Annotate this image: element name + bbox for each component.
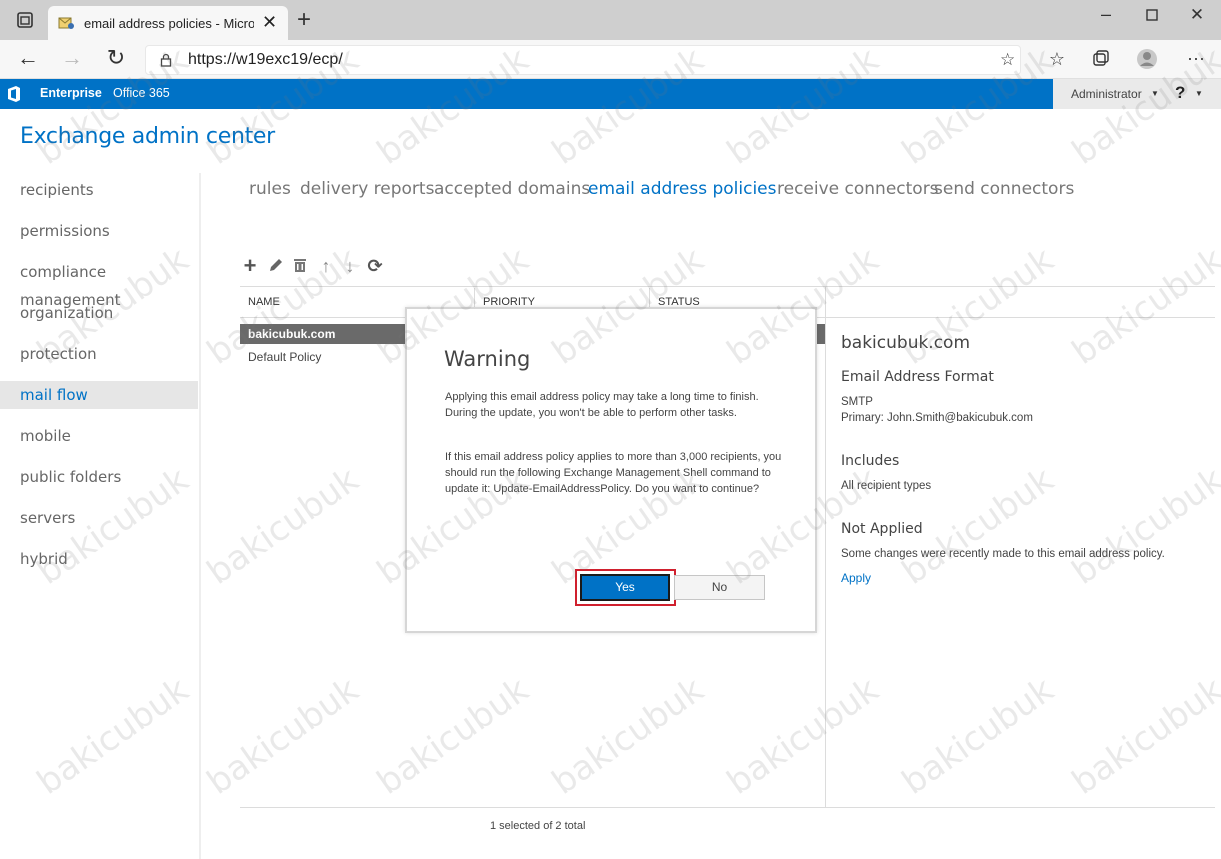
- yes-button[interactable]: Yes: [580, 574, 670, 601]
- no-button[interactable]: No: [674, 575, 765, 600]
- close-window-icon[interactable]: ✕: [1187, 5, 1207, 25]
- email-format-heading: Email Address Format: [841, 369, 994, 385]
- new-tab-icon[interactable]: +: [292, 8, 316, 32]
- tab-delivery-reports[interactable]: delivery reports: [300, 179, 434, 199]
- watermark: bakicubuk: [720, 669, 886, 803]
- smtp-label: SMTP: [841, 396, 873, 408]
- watermark: bakicubuk: [30, 669, 196, 803]
- move-up-icon[interactable]: ↑: [317, 256, 335, 276]
- nav-recipients[interactable]: recipients: [0, 176, 198, 204]
- collections-icon[interactable]: [1090, 49, 1112, 69]
- watermark: bakicubuk: [370, 669, 536, 803]
- dialog-message-1: Applying this email address policy may t…: [445, 391, 759, 419]
- nav-compliance-management[interactable]: compliance management: [0, 258, 198, 309]
- dialog-title: Warning: [444, 347, 531, 371]
- watermark: bakicubuk: [895, 669, 1061, 803]
- lock-icon[interactable]: [160, 53, 172, 67]
- tab-rules[interactable]: rules: [249, 179, 291, 199]
- edit-icon[interactable]: [267, 256, 285, 276]
- url-field[interactable]: https://w19exc19/ecp/ ☆: [145, 45, 1021, 75]
- tab-receive-connectors[interactable]: receive connectors: [777, 179, 939, 199]
- not-applied-text: Some changes were recently made to this …: [841, 548, 1165, 560]
- column-name[interactable]: NAME: [248, 296, 280, 308]
- more-options-icon[interactable]: ···: [1184, 48, 1208, 68]
- refresh-list-icon[interactable]: ⟳: [366, 256, 384, 276]
- profile-avatar[interactable]: [1136, 48, 1158, 70]
- nav-mail-flow[interactable]: mail flow: [0, 381, 198, 409]
- enterprise-link[interactable]: Enterprise: [40, 86, 102, 100]
- office-logo-icon[interactable]: [7, 86, 21, 102]
- nav-protection[interactable]: protection: [0, 340, 198, 368]
- page-title: Exchange admin center: [20, 124, 275, 149]
- watermark: bakicubuk: [200, 669, 366, 803]
- user-chevron-down-icon: ▼: [1151, 89, 1159, 98]
- minimize-icon[interactable]: –: [1096, 4, 1116, 24]
- list-bottom-border: [240, 807, 1215, 808]
- tab-close-icon[interactable]: ✕: [262, 12, 277, 33]
- o365-bar: [0, 79, 1221, 109]
- nav-permissions[interactable]: permissions: [0, 217, 198, 245]
- tab-title: email address policies - Microsof: [84, 16, 254, 31]
- primary-address: Primary: John.Smith@bakicubuk.com: [841, 412, 1033, 424]
- watermark: bakicubuk: [200, 459, 366, 593]
- tab-send-connectors[interactable]: send connectors: [934, 179, 1074, 199]
- list-top-border: [240, 286, 1215, 287]
- forward-icon[interactable]: →: [60, 47, 84, 69]
- watermark: bakicubuk: [1065, 239, 1221, 373]
- tab-favicon-icon: [58, 16, 74, 30]
- refresh-icon[interactable]: ↻: [104, 47, 128, 69]
- selection-count: 1 selected of 2 total: [490, 820, 586, 832]
- apply-link[interactable]: Apply: [841, 571, 871, 585]
- row-name: Default Policy: [248, 350, 322, 364]
- maximize-icon[interactable]: [1142, 6, 1162, 21]
- includes-value: All recipient types: [841, 480, 932, 492]
- delete-icon[interactable]: [291, 256, 309, 276]
- office365-link[interactable]: Office 365: [113, 86, 170, 100]
- nav-mobile[interactable]: mobile: [0, 422, 198, 450]
- browser-tab[interactable]: email address policies - Microsof ✕: [48, 6, 288, 40]
- help-chevron-down-icon[interactable]: ▼: [1195, 89, 1203, 98]
- add-icon[interactable]: +: [241, 255, 259, 277]
- dialog-message-2: If this email address policy applies to …: [445, 451, 782, 495]
- detail-title: bakicubuk.com: [841, 333, 971, 353]
- tab-email-address-policies[interactable]: email address policies: [588, 179, 777, 199]
- nav-organization[interactable]: organization: [0, 299, 198, 327]
- user-menu[interactable]: Administrator ▼ ? ▼: [1053, 79, 1221, 109]
- user-name: Administrator: [1071, 87, 1142, 101]
- watermark: bakicubuk: [1065, 459, 1221, 593]
- nav-servers[interactable]: servers: [0, 504, 198, 532]
- add-favorite-icon[interactable]: ☆: [1000, 50, 1015, 70]
- favorites-icon[interactable]: ☆: [1046, 49, 1068, 69]
- back-icon[interactable]: ←: [16, 47, 40, 69]
- nav-public-folders[interactable]: public folders: [0, 463, 198, 491]
- url-text: https://w19exc19/ecp/: [188, 51, 343, 68]
- help-icon[interactable]: ?: [1175, 83, 1185, 103]
- not-applied-heading: Not Applied: [841, 521, 923, 537]
- watermark: bakicubuk: [545, 669, 711, 803]
- nav-hybrid[interactable]: hybrid: [0, 545, 198, 573]
- tab-actions-icon[interactable]: [14, 9, 36, 31]
- watermark: bakicubuk: [1065, 669, 1221, 803]
- move-down-icon[interactable]: ↓: [341, 256, 359, 276]
- tab-accepted-domains[interactable]: accepted domains: [434, 179, 590, 199]
- nav-divider: [199, 173, 201, 859]
- row-name: bakicubuk.com: [248, 327, 336, 341]
- detail-separator: [825, 286, 826, 807]
- includes-heading: Includes: [841, 453, 900, 469]
